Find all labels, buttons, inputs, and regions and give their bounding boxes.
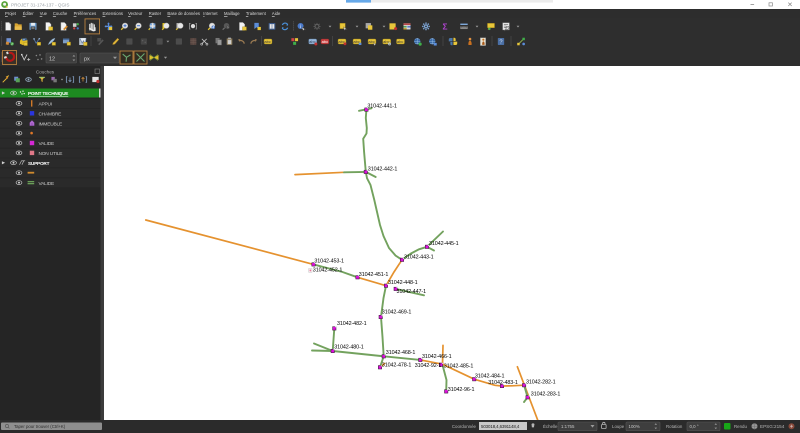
svg-text:31042-485-1: 31042-485-1 (444, 364, 474, 370)
svg-text:abc: abc (264, 39, 271, 44)
svg-text:1:1755: 1:1755 (561, 424, 575, 429)
svg-text:Taper pour trouver (Ctrl+K): Taper pour trouver (Ctrl+K) (14, 424, 66, 429)
svg-text:31042-282-1: 31042-282-1 (526, 380, 556, 386)
svg-text:Coordonnée: Coordonnée (452, 424, 477, 429)
svg-text:31042-468-1: 31042-468-1 (386, 350, 416, 356)
svg-text:31042-466-1: 31042-466-1 (422, 354, 452, 360)
svg-text:31042-283-1: 31042-283-1 (531, 392, 561, 398)
svg-text:Couches: Couches (36, 69, 55, 74)
svg-text:VALIDE: VALIDE (39, 141, 55, 147)
svg-text:IMMEUBLE: IMMEUBLE (39, 121, 62, 127)
svg-text:31042-483-1: 31042-483-1 (488, 380, 518, 386)
svg-text:31042-448-1: 31042-448-1 (388, 280, 418, 286)
svg-text:31042-478-1: 31042-478-1 (382, 363, 412, 369)
svg-text:0,0 °: 0,0 ° (690, 424, 699, 429)
svg-text:31042-482-1: 31042-482-1 (337, 321, 367, 327)
svg-text:Échelle: Échelle (543, 424, 558, 429)
svg-text:Rendu: Rendu (734, 424, 747, 429)
svg-text:Σ: Σ (442, 21, 447, 31)
svg-text:VALIDE: VALIDE (39, 181, 55, 187)
svg-text:?: ? (499, 40, 502, 46)
svg-text:abc: abc (397, 39, 404, 44)
svg-text:100%: 100% (629, 424, 640, 429)
svg-text:31042-96-1: 31042-96-1 (448, 387, 475, 393)
svg-text:Rotation: Rotation (666, 424, 683, 429)
svg-text:SUPPORT: SUPPORT (28, 161, 50, 166)
svg-text:31042-447-1: 31042-447-1 (397, 289, 427, 295)
svg-text:31042-480-1: 31042-480-1 (334, 345, 364, 351)
svg-text:31042-469-1: 31042-469-1 (382, 310, 412, 316)
svg-text:31042-443-1: 31042-443-1 (404, 254, 434, 260)
svg-text:31042-452-1: 31042-452-1 (313, 268, 343, 274)
svg-text:CHAMBRE: CHAMBRE (39, 112, 62, 118)
svg-text:31042-484-1: 31042-484-1 (475, 373, 505, 379)
svg-text:NON UTILE: NON UTILE (39, 151, 63, 157)
svg-text:31042-445-1: 31042-445-1 (429, 241, 459, 247)
svg-text:31042-442-1: 31042-442-1 (368, 166, 398, 172)
svg-text:APPUI: APPUI (39, 102, 52, 108)
svg-text:31042-92-1: 31042-92-1 (415, 363, 442, 369)
svg-text:503018,4,6391148,4: 503018,4,6391148,4 (481, 424, 520, 429)
svg-text:31042-441-1: 31042-441-1 (367, 104, 397, 110)
svg-text:12: 12 (49, 57, 55, 63)
svg-text:EPSG:2154: EPSG:2154 (760, 424, 785, 429)
svg-text:31042-451-1: 31042-451-1 (359, 272, 389, 278)
svg-text:PROJET 31-174-137 - QGIS: PROJET 31-174-137 - QGIS (11, 3, 69, 8)
svg-text:POINT TECHNIQUE: POINT TECHNIQUE (28, 91, 68, 96)
svg-text:px: px (84, 57, 90, 63)
svg-text:31042-453-1: 31042-453-1 (314, 259, 344, 265)
svg-text:abc: abc (322, 39, 329, 44)
svg-text:Loupe: Loupe (612, 424, 625, 429)
